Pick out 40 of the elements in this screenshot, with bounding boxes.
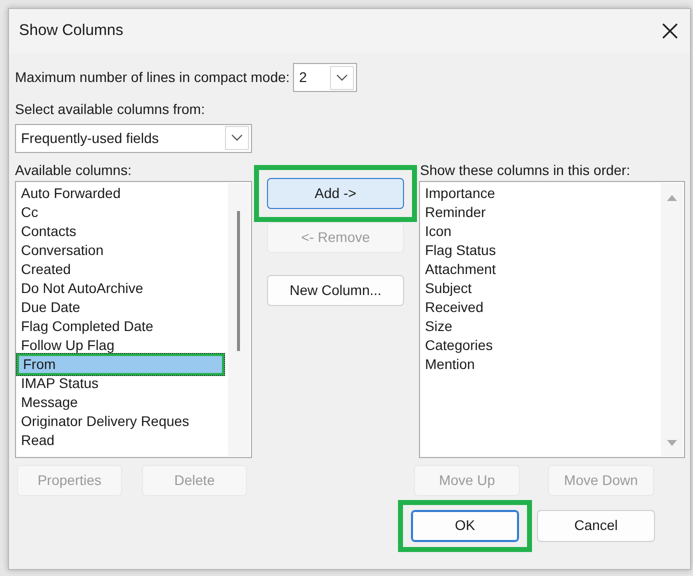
- list-item[interactable]: Reminder: [424, 202, 684, 222]
- field-label: Show these columns in this order:: [420, 160, 632, 180]
- list-item[interactable]: Auto Forwarded: [20, 184, 251, 202]
- button[interactable]: OK: [411, 510, 519, 542]
- button[interactable]: Add ->: [267, 178, 404, 208]
- field-label: Maximum number of lines in compact mode:: [15, 68, 290, 87]
- dropdown-field[interactable]: Frequently-used fields: [15, 124, 252, 152]
- list-item[interactable]: Mention: [424, 354, 684, 374]
- scrollbar[interactable]: [228, 182, 250, 456]
- list-item[interactable]: Follow Up Flag: [20, 336, 251, 354]
- field-label: Select available columns from:: [15, 100, 206, 119]
- list-item[interactable]: IMAP Status: [20, 374, 251, 392]
- dropdown-field[interactable]: 2: [293, 63, 358, 92]
- list-item[interactable]: Originator Delivery Reques: [20, 412, 251, 430]
- window-title: Show Columns: [19, 21, 124, 42]
- list-item[interactable]: Flag Status: [424, 240, 684, 260]
- list-item[interactable]: Read: [20, 430, 251, 450]
- list-item[interactable]: Message: [20, 392, 251, 412]
- button[interactable]: Cancel: [537, 510, 655, 542]
- list-item[interactable]: Due Date: [20, 298, 251, 316]
- list-item[interactable]: Icon: [424, 222, 684, 240]
- list-item[interactable]: Subject: [424, 278, 684, 298]
- button[interactable]: New Column...: [267, 274, 404, 306]
- scrollbar[interactable]: [661, 182, 683, 456]
- list-item[interactable]: Contacts: [20, 222, 251, 240]
- list-item[interactable]: Conversation: [20, 240, 251, 260]
- list-item[interactable]: Importance: [424, 184, 684, 202]
- list-item[interactable]: Received: [424, 298, 684, 316]
- field-label: Available columns:: [15, 160, 132, 180]
- list-item[interactable]: Size: [424, 316, 684, 336]
- list-item[interactable]: Cc: [20, 202, 251, 222]
- caret-icon: [231, 134, 243, 142]
- list-item[interactable]: Do Not AutoArchive: [20, 278, 251, 298]
- list-item[interactable]: Created: [20, 260, 251, 278]
- list-item[interactable]: Flag Completed Date: [20, 316, 251, 336]
- caret-icon: [336, 74, 348, 82]
- list-item[interactable]: From: [16, 352, 225, 376]
- list-item[interactable]: Categories: [424, 336, 684, 354]
- close-icon[interactable]: [662, 23, 678, 39]
- list-item[interactable]: Attachment: [424, 260, 684, 278]
